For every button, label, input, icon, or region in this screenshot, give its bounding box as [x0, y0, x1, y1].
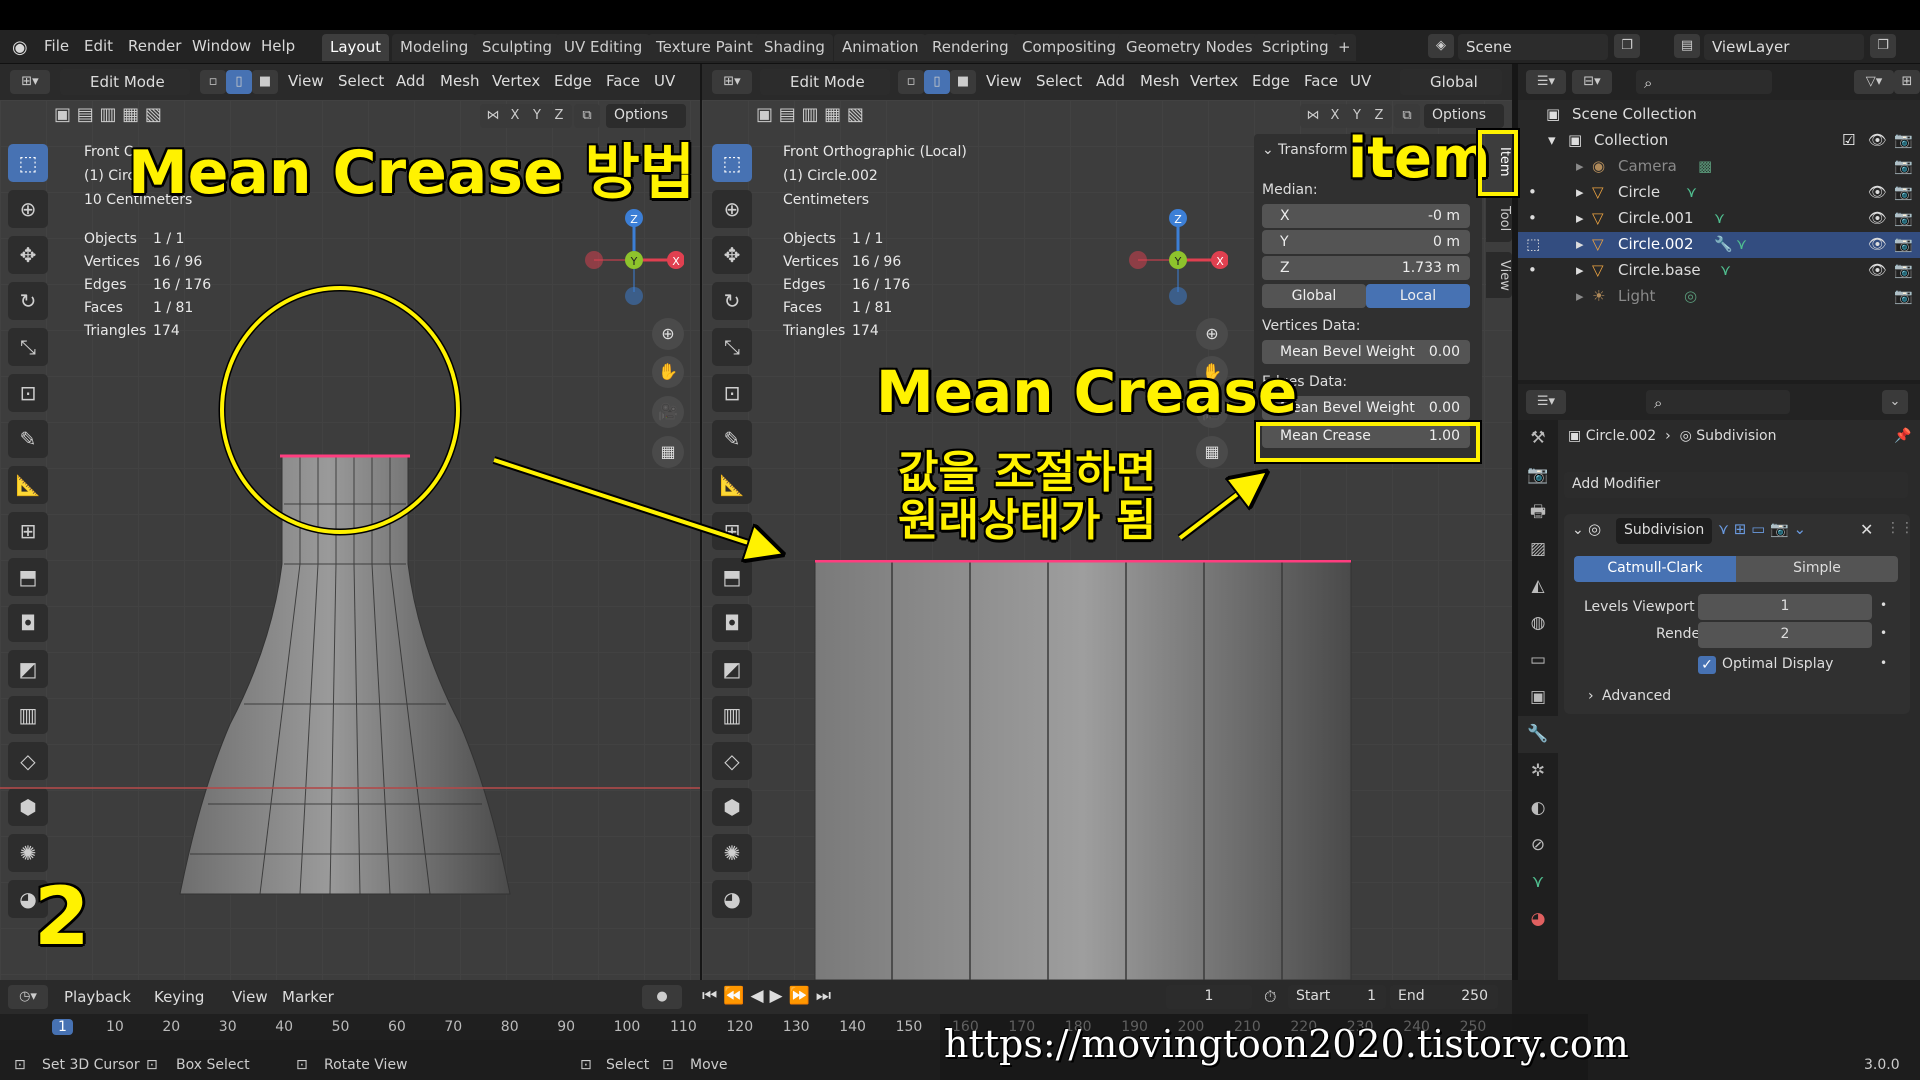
- watermark: https://movingtoon2020.tistory.com: [944, 1022, 1629, 1066]
- blender-window: ◉ File Edit Render Window Help Layout Mo…: [0, 0, 1920, 1080]
- annotation-circle: [220, 286, 460, 534]
- annotation-arrow-1: [493, 458, 770, 550]
- annotation-arrow-2: [1178, 480, 1256, 540]
- annotation-overlay: [218, 284, 1920, 1080]
